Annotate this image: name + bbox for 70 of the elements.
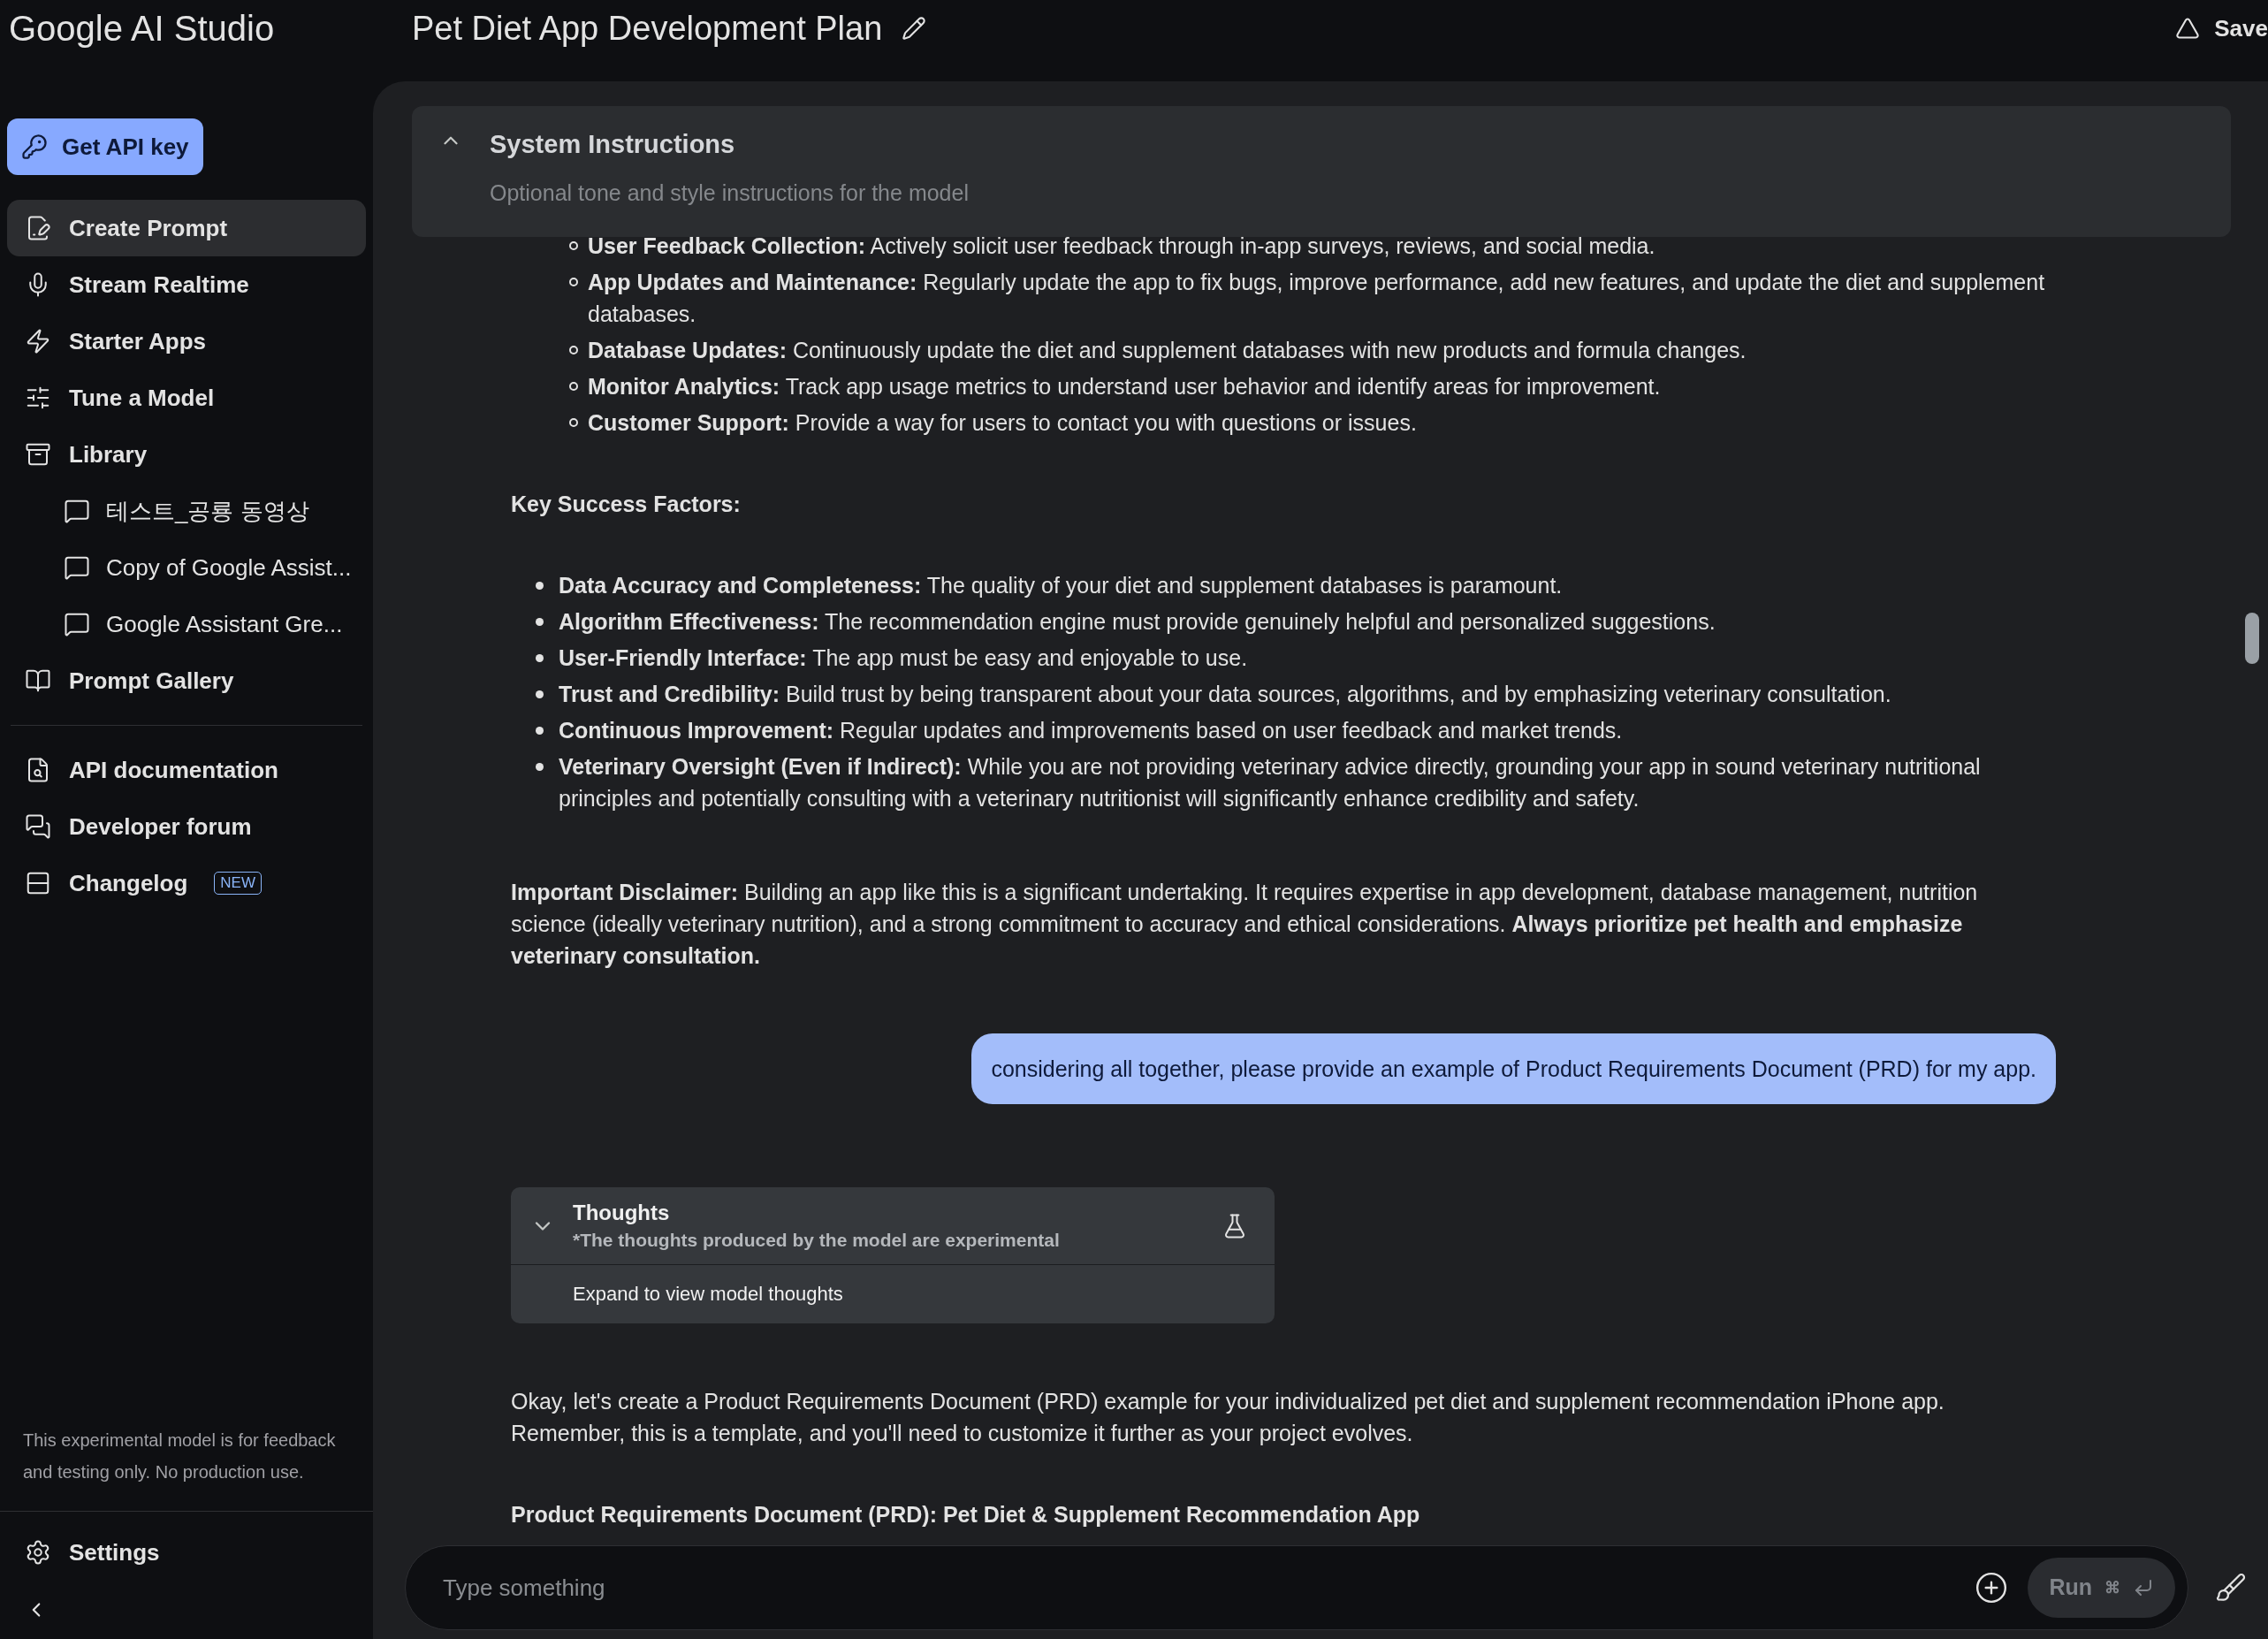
chat-icon xyxy=(64,554,90,581)
list-item-text: App Updates and Maintenance: Regularly update the app to fix bugs, improve performance, add new features, and update the diet and supplement databases. xyxy=(588,269,2046,328)
command-key-icon: ⌘ xyxy=(2104,1575,2120,1600)
app-title: Google AI Studio xyxy=(8,8,275,50)
bullet-icon xyxy=(569,418,578,427)
nav-item[interactable]: Developer forum xyxy=(7,798,366,855)
archive-icon xyxy=(25,441,51,468)
bullet-icon xyxy=(536,581,544,590)
nav-item[interactable]: Changelog NEW xyxy=(7,855,366,911)
thoughts-subtitle: *The thoughts produced by the model are experimental xyxy=(573,1228,1061,1252)
edit-icon[interactable] xyxy=(902,16,927,41)
list-item-text: Monitor Analytics: Track app usage metrics to understand user behavior and identify areas for improvement. xyxy=(588,373,1661,400)
drive-icon xyxy=(2175,16,2201,41)
nav-item[interactable]: Create Prompt xyxy=(7,200,366,256)
add-icon[interactable] xyxy=(1975,1571,2009,1605)
list-item-text: User Feedback Collection: Actively solicit user feedback through in-app surveys, reviews, and social media. xyxy=(588,233,1655,260)
rows-icon xyxy=(25,870,51,896)
key-icon xyxy=(21,133,48,160)
saved-prompt-item[interactable]: Google Assistant Gre... xyxy=(7,596,366,652)
prompt-title: Pet Diet App Development Plan xyxy=(412,8,883,49)
scrollbar-thumb[interactable] xyxy=(2245,613,2259,664)
bullet-icon xyxy=(569,346,578,354)
list-item-text: Continuous Improvement: Regular updates and improvements based on user feedback and market trends. xyxy=(559,717,1623,744)
bullet-icon xyxy=(569,278,578,286)
list-item-text: User-Friendly Interface: The app must be easy and enjoyable to use. xyxy=(559,644,1248,672)
saved-prompt-item[interactable]: Copy of Google Assist... xyxy=(7,539,366,596)
nav-item[interactable]: Stream Realtime xyxy=(7,256,366,313)
nav-item[interactable]: API documentation xyxy=(7,742,366,798)
settings-item[interactable]: Settings xyxy=(7,1524,366,1581)
bullet-icon xyxy=(536,617,544,626)
sliders-icon xyxy=(25,385,51,411)
nav-item[interactable]: Starter Apps xyxy=(7,313,366,370)
save-button[interactable]: Save xyxy=(2175,0,2268,57)
disclaimer-note: This experimental model is for feedback and testing only. No production use. xyxy=(22,1429,337,1483)
chat-bubbles-icon xyxy=(25,813,51,840)
bullet-icon xyxy=(536,762,544,771)
saved-prompt-item[interactable]: 테스트_공룡 동영상 xyxy=(7,483,366,539)
user-message: considering all together, please provide an example of Product Requirements Document (PRD) for my app. xyxy=(971,1033,2056,1104)
expand-thoughts-link[interactable]: Expand to view model thoughts xyxy=(511,1265,1275,1323)
chat-icon xyxy=(64,498,90,524)
section-heading: Product Requirements Document (PRD): Pet Diet & Supplement Recommendation App xyxy=(511,1501,1421,1528)
bullet-icon xyxy=(536,690,544,698)
nav-item[interactable]: Prompt Gallery xyxy=(7,652,366,709)
prompt-input[interactable]: Type something Run ⌘ xyxy=(405,1545,2188,1630)
list-item-text: Data Accuracy and Completeness: The quality of your diet and supplement databases is paramount. xyxy=(559,572,1563,599)
new-badge: NEW xyxy=(214,872,262,895)
nav-item[interactable]: Library xyxy=(7,426,366,483)
chat-icon xyxy=(64,611,90,637)
list-item-text: Customer Support: Provide a way for users to contact you with questions or issues. xyxy=(588,409,1417,437)
response-paragraph: Important Disclaimer: Building an app like this is a significant undertaking. It requires expertise in app development, database management, nutrition science (ideally veterinary nutrition), and a strong commitment to accuracy and ethical considerations. Always prioritize pet health and emphasize veterinary consultation. xyxy=(511,879,1979,970)
list-item-text: Algorithm Effectiveness: The recommendation engine must provide genuinely helpful and personalized suggestions. xyxy=(559,608,1716,636)
book-icon xyxy=(25,667,51,694)
nav-item[interactable]: Tune a Model xyxy=(7,370,366,426)
api-key-button[interactable]: Get API key xyxy=(7,118,203,175)
bullet-icon xyxy=(536,653,544,662)
response-paragraph: Okay, let's create a Product Requirements Document (PRD) example for your individualized pet diet and supplement recommendation iPhone app. Remember, this is a template, and you'll need to customize it further as your project evolves. xyxy=(511,1388,1945,1447)
settings-icon xyxy=(25,1539,51,1566)
system-instructions-field[interactable]: Optional tone and style instructions for the model xyxy=(490,177,969,209)
bullet-icon xyxy=(536,726,544,735)
bullet-icon xyxy=(569,382,578,391)
brush-icon[interactable] xyxy=(2215,1572,2247,1604)
list-item-text: Veterinary Oversight (Even if Indirect): While you are not providing veterinary advice directly, grounding your app in sound veterinary nutritional principles and potentially consulting with a veterinary nutritionist will significantly enhance credibility and safety. xyxy=(559,753,1982,812)
lightning-icon xyxy=(25,328,51,354)
list-item-text: Database Updates: Continuously update the diet and supplement databases with new products and formula changes. xyxy=(588,337,1747,364)
system-instructions-title: System Instructions xyxy=(490,129,736,160)
list-item-text: Trust and Credibility: Build trust by being transparent about your data sources, algorithms, and by emphasizing veterinary consultation. xyxy=(559,681,1891,708)
section-heading: Key Success Factors: xyxy=(511,491,742,518)
bullet-icon xyxy=(569,241,578,250)
enter-icon xyxy=(2133,1577,2154,1598)
thoughts-title: Thoughts xyxy=(573,1199,671,1226)
